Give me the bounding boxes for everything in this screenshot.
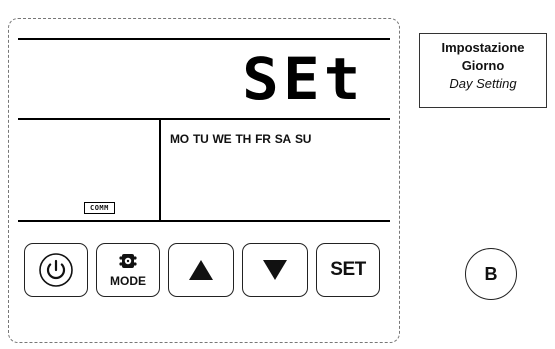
info-title: Impostazione <box>441 40 525 55</box>
weekday-th: TH <box>235 132 252 146</box>
figure-marker-label: B <box>484 263 498 284</box>
lcd-main-text: SEt <box>242 45 365 113</box>
up-button[interactable] <box>168 243 234 297</box>
down-button[interactable] <box>242 243 308 297</box>
arrow-down-icon <box>263 260 287 280</box>
weekday-row: MO TU WE TH FR SA SU <box>170 132 315 146</box>
figure-marker: B <box>465 248 517 300</box>
arrow-up-icon <box>189 260 213 280</box>
weekday-mo: MO <box>170 132 189 146</box>
lcd-display-top: SEt <box>18 38 390 118</box>
fan-mode-icon <box>119 254 137 268</box>
comm-indicator: COMM <box>84 202 115 214</box>
set-label: SET <box>330 259 366 280</box>
mode-label: MODE <box>110 274 146 288</box>
info-box: Impostazione Giorno Day Setting <box>419 33 547 108</box>
weekday-we: WE <box>212 132 232 146</box>
weekday-su: SU <box>294 132 312 146</box>
power-button[interactable] <box>24 243 88 297</box>
info-subtitle: Day Setting <box>449 76 517 91</box>
lcd-display-middle: COMM MO TU WE TH FR SA SU <box>18 118 390 222</box>
button-row: MODE SET <box>24 243 388 299</box>
weekday-tu: TU <box>192 132 209 146</box>
weekday-sa: SA <box>274 132 291 146</box>
panel-divider <box>159 120 161 220</box>
power-icon <box>39 253 73 287</box>
mode-button[interactable]: MODE <box>96 243 160 297</box>
weekday-fr: FR <box>255 132 271 146</box>
info-title-line2: Giorno <box>461 58 505 73</box>
set-button[interactable]: SET <box>316 243 380 297</box>
